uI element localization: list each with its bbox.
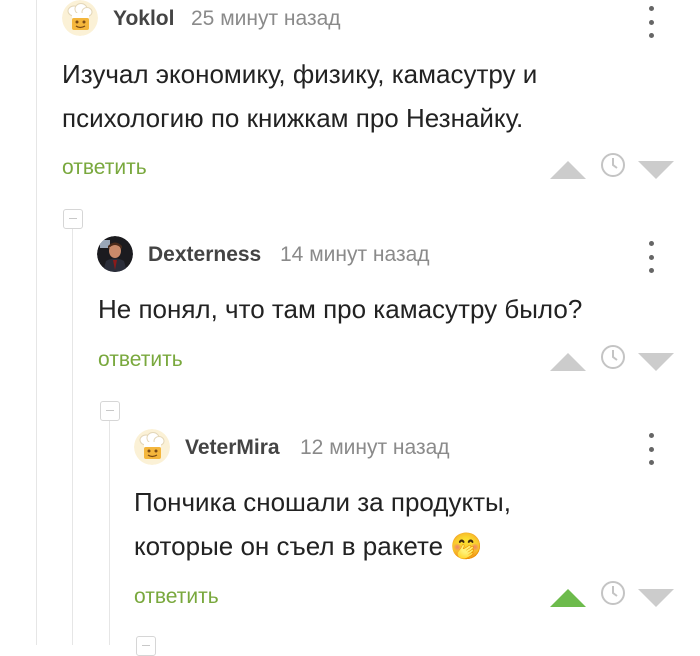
- comment-text-fragment: которые он съел в ракете: [134, 531, 444, 561]
- thread-line-level2: [109, 420, 110, 645]
- avatar[interactable]: [134, 429, 170, 465]
- upvote-icon[interactable]: [550, 160, 586, 180]
- upvote-icon-active[interactable]: [550, 588, 586, 608]
- comment-text: Изучал экономику, физику, камасутру и пс…: [62, 52, 537, 140]
- reply-button[interactable]: ответить: [62, 156, 147, 180]
- comment-text-line: Пончика сношали за продукты,: [134, 487, 511, 517]
- comment-text-line: Изучал экономику, физику, камасутру и: [62, 59, 538, 89]
- collapse-icon[interactable]: [136, 636, 156, 656]
- comment-author[interactable]: Yoklol: [113, 7, 174, 31]
- comment-text: Пончика сношали за продукты, которые он …: [134, 480, 511, 568]
- comment-author[interactable]: VeterMira: [185, 436, 280, 460]
- reply-button[interactable]: ответить: [134, 585, 219, 609]
- clock-icon[interactable]: [600, 344, 626, 370]
- thread-line-left: [36, 0, 37, 645]
- kebab-menu-icon[interactable]: [649, 241, 655, 273]
- comment-time[interactable]: 25 минут назад: [191, 7, 341, 31]
- downvote-icon[interactable]: [638, 588, 674, 608]
- reply-button[interactable]: ответить: [98, 348, 183, 372]
- thread-line-level1: [72, 229, 73, 645]
- comment-text-line: которые он съел в ракете 🤭: [134, 524, 511, 568]
- comment-author[interactable]: Dexterness: [148, 243, 261, 267]
- downvote-icon[interactable]: [638, 160, 674, 180]
- collapse-icon[interactable]: [63, 209, 83, 229]
- upvote-icon[interactable]: [550, 352, 586, 372]
- user-photo-icon: [97, 236, 133, 272]
- comment-text-line: психологию по книжкам про Незнайку.: [62, 103, 524, 133]
- clock-icon[interactable]: [600, 580, 626, 606]
- clock-icon[interactable]: [600, 152, 626, 178]
- comment-text-line: Не понял, что там про камасутру было?: [98, 294, 583, 324]
- comment-text: Не понял, что там про камасутру было?: [98, 287, 582, 331]
- kebab-menu-icon[interactable]: [649, 6, 655, 38]
- avatar[interactable]: [62, 0, 98, 36]
- kebab-menu-icon[interactable]: [649, 433, 655, 465]
- avatar[interactable]: [97, 236, 133, 272]
- comment-time[interactable]: 12 минут назад: [300, 436, 450, 460]
- chef-avatar-icon: [62, 0, 98, 36]
- downvote-icon[interactable]: [638, 352, 674, 372]
- comment-time[interactable]: 14 минут назад: [280, 243, 430, 267]
- chef-avatar-icon: [134, 429, 170, 465]
- collapse-icon[interactable]: [100, 401, 120, 421]
- hand-over-mouth-emoji: 🤭: [450, 531, 483, 561]
